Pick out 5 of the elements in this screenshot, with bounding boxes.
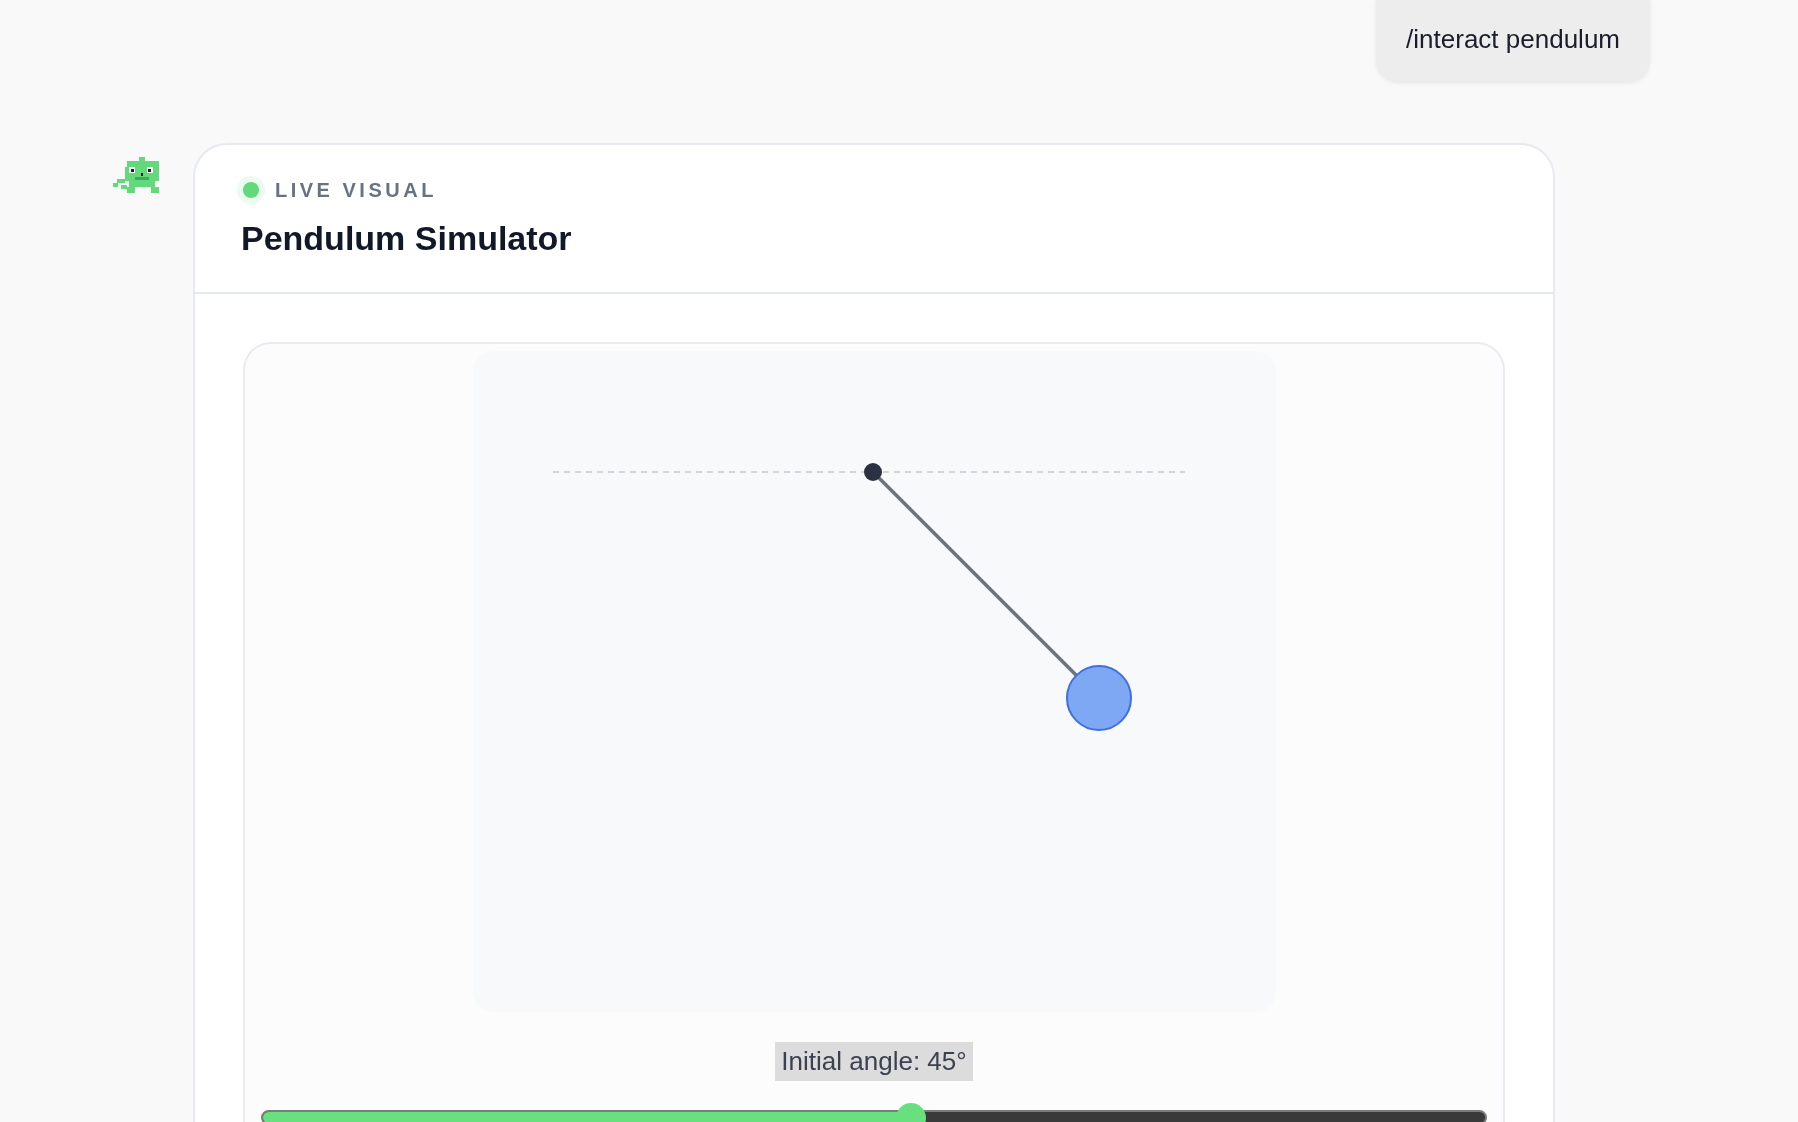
card-title: Pendulum Simulator <box>241 218 573 259</box>
status-label: LIVE VISUAL <box>275 178 437 203</box>
pendulum-drawing[interactable] <box>863 463 1132 731</box>
user-message: /interact pendulum <box>1376 0 1650 81</box>
angle-label: Initial angle: 45° <box>775 1042 973 1081</box>
